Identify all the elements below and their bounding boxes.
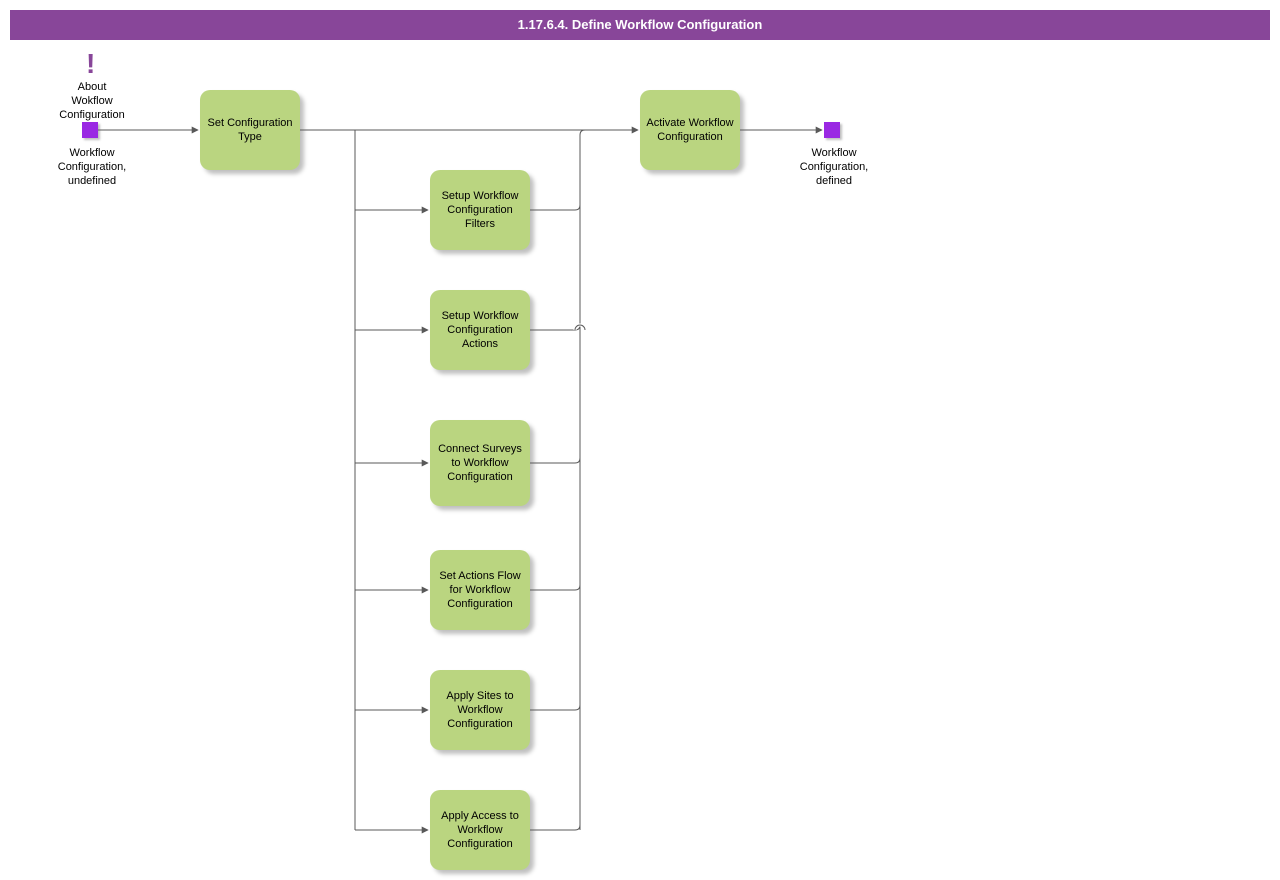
- diagram-canvas: 1.17.6.4. Define Workflow Configuration …: [0, 0, 1280, 880]
- diagram-edges: [0, 0, 1280, 880]
